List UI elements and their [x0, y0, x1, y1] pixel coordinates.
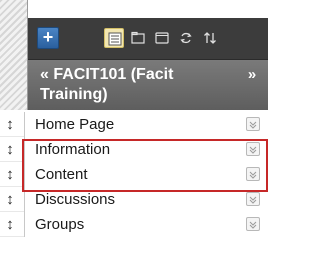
course-header: « FACIT101 (Facit Training) » [28, 60, 268, 110]
menu-item-groups[interactable]: ↕ Groups [0, 212, 268, 237]
chevron-down-icon[interactable] [246, 117, 260, 131]
menu-item-body[interactable]: Discussions [24, 187, 268, 212]
folder-icon[interactable] [128, 28, 148, 48]
menu-item-label: Content [35, 166, 88, 183]
chevron-down-icon[interactable] [246, 217, 260, 231]
add-menu-item-button[interactable]: + [37, 27, 59, 49]
course-menu-list: ↕ Home Page ↕ Information ↕ Content ↕ Di… [0, 112, 268, 237]
menu-item-content[interactable]: ↕ Content [0, 162, 268, 187]
course-title-text: FACIT101 (Facit Training) [40, 66, 174, 103]
sort-icon[interactable] [200, 28, 220, 48]
collapse-icon[interactable]: « [40, 66, 49, 83]
menu-item-discussions[interactable]: ↕ Discussions [0, 187, 268, 212]
drag-handle-icon[interactable]: ↕ [0, 162, 20, 187]
drag-handle-icon[interactable]: ↕ [0, 187, 20, 212]
refresh-icon[interactable] [176, 28, 196, 48]
menu-item-body[interactable]: Information [24, 137, 268, 162]
course-menu-panel: + « FACIT101 (Facit Training) » ↕ Home P… [0, 0, 268, 270]
chevron-down-icon[interactable] [246, 167, 260, 181]
menu-item-body[interactable]: Groups [24, 212, 268, 237]
list-view-icon[interactable] [104, 28, 124, 48]
menu-item-body[interactable]: Home Page [24, 112, 268, 137]
panel-edge-stripe [0, 0, 28, 110]
menu-item-label: Information [35, 141, 111, 158]
menu-item-home-page[interactable]: ↕ Home Page [0, 112, 268, 137]
window-icon[interactable] [152, 28, 172, 48]
course-title[interactable]: « FACIT101 (Facit Training) [40, 65, 220, 105]
drag-handle-icon[interactable]: ↕ [0, 112, 20, 137]
menu-item-information[interactable]: ↕ Information [0, 137, 268, 162]
menu-item-label: Home Page [35, 116, 115, 133]
drag-handle-icon[interactable]: ↕ [0, 212, 20, 237]
chevron-down-icon[interactable] [246, 192, 260, 206]
menu-item-label: Groups [35, 216, 85, 233]
menu-toolbar: + [28, 18, 268, 60]
menu-item-body[interactable]: Content [24, 162, 268, 187]
drag-handle-icon[interactable]: ↕ [0, 137, 20, 162]
expand-menu-button[interactable]: » [242, 66, 262, 86]
menu-item-label: Discussions [35, 191, 116, 208]
chevron-down-icon[interactable] [246, 142, 260, 156]
